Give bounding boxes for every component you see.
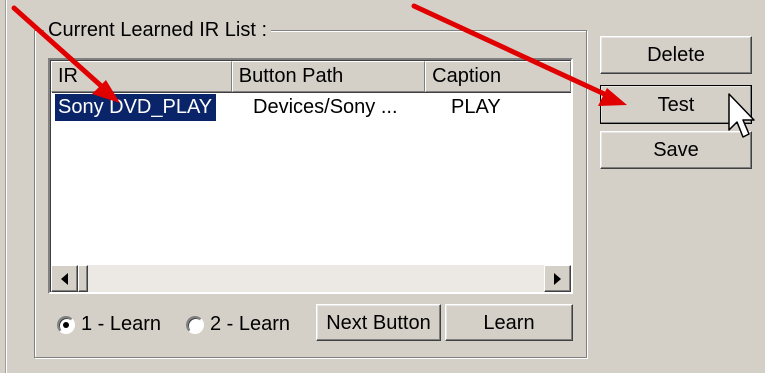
cell-ir: Sony DVD_PLAY <box>55 94 217 121</box>
radio-learn-1-circle[interactable] <box>57 315 75 334</box>
test-button[interactable]: Test <box>600 85 752 124</box>
dialog-window: Current Learned IR List : IR Button Path… <box>0 0 765 373</box>
learned-ir-listview[interactable]: IR Button Path Caption Sony DVD_PLAY Dev… <box>48 58 573 294</box>
delete-button[interactable]: Delete <box>600 36 752 74</box>
next-button[interactable]: Next Button <box>316 304 441 341</box>
cell-caption: PLAY <box>451 96 501 118</box>
learn-button[interactable]: Learn <box>445 304 573 341</box>
scroll-right-button[interactable] <box>544 265 571 292</box>
column-header-ir[interactable]: IR <box>51 61 232 92</box>
radio-learn-2[interactable]: 2 - Learn <box>186 313 290 336</box>
save-button[interactable]: Save <box>600 131 752 169</box>
radio-learn-2-label: 2 - Learn <box>210 313 291 335</box>
scrollbar-track[interactable] <box>78 265 544 292</box>
radio-learn-2-circle[interactable] <box>186 315 204 334</box>
left-edge-highlight <box>6 0 7 373</box>
triangle-right-icon <box>554 272 561 285</box>
list-row[interactable]: Sony DVD_PLAY Devices/Sony ... PLAY <box>51 94 571 121</box>
scroll-left-button[interactable] <box>51 265 78 292</box>
radio-learn-1[interactable]: 1 - Learn <box>57 313 161 336</box>
column-header-caption[interactable]: Caption <box>425 61 571 92</box>
column-header-button-path[interactable]: Button Path <box>231 61 426 92</box>
list-header-row: IR Button Path Caption <box>51 61 571 92</box>
horizontal-scrollbar[interactable] <box>51 265 571 292</box>
scrollbar-thumb[interactable] <box>78 265 88 292</box>
cell-button-path: Devices/Sony ... <box>253 96 398 118</box>
radio-selected-dot <box>63 321 69 328</box>
radio-learn-1-label: 1 - Learn <box>81 313 162 335</box>
triangle-left-icon <box>61 272 68 285</box>
groupbox-title: Current Learned IR List : <box>44 18 271 42</box>
